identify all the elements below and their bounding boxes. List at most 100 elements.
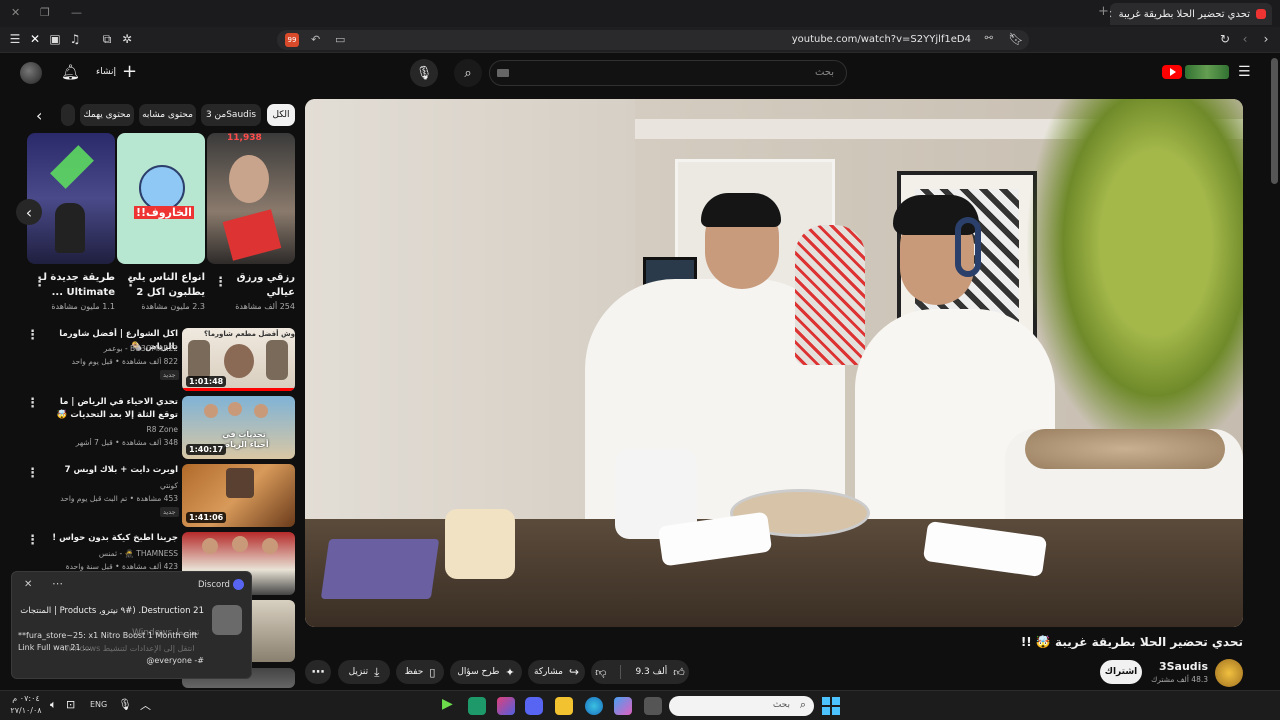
language-indicator[interactable]: ENG: [90, 700, 107, 709]
address-bar[interactable]: 99 ↶ ▭ youtube.com/watch?v=S2YYjlf1eD4 ⚯: [277, 30, 1029, 50]
edge-icon[interactable]: [585, 697, 603, 715]
share-icon: ↪: [569, 665, 580, 679]
more-options-icon[interactable]: ⋮: [26, 466, 39, 481]
new-badge: جديد: [160, 507, 179, 517]
channel-avatar[interactable]: [1215, 659, 1243, 687]
app-icon[interactable]: [468, 697, 486, 715]
microphone-icon[interactable]: 🎙︎: [118, 698, 132, 711]
save-button[interactable]: حفظ ▯: [396, 660, 444, 684]
network-icon[interactable]: ⊡: [66, 698, 75, 711]
file-explorer-icon[interactable]: [555, 697, 573, 715]
sidebar-icon[interactable]: ▣: [47, 32, 63, 46]
volume-icon[interactable]: 🔈︎: [50, 698, 57, 712]
chip-all[interactable]: الكل: [267, 104, 295, 126]
hamburger-menu-icon[interactable]: ☰: [1238, 64, 1251, 80]
download-button[interactable]: تنزيل ⤓: [338, 660, 390, 684]
create-button[interactable]: إنشاء +: [96, 63, 137, 81]
shield-icon[interactable]: 99: [285, 33, 299, 47]
more-options-icon[interactable]: ⋮: [26, 533, 39, 548]
voice-search-icon[interactable]: 🎙︎: [410, 59, 438, 87]
short-title[interactable]: طريقة جديدة لـ Ultimate ...: [35, 270, 115, 300]
browser-tab[interactable]: تحدي تحضير الحلا بطريقة غريبة ✕: [1110, 3, 1272, 25]
x-app-icon[interactable]: ✕: [27, 32, 43, 46]
extensions-icon[interactable]: ✲: [119, 32, 135, 46]
back-arrow-icon[interactable]: ↶: [311, 33, 320, 46]
page-scrollbar[interactable]: [1271, 58, 1278, 184]
discord-taskbar-icon[interactable]: [525, 697, 543, 715]
discord-notification[interactable]: ✕ ⋯ Discord 21 Destruction. (#٩ نيترو, P…: [11, 571, 252, 679]
more-options-icon[interactable]: ⋮: [26, 396, 39, 411]
search-input[interactable]: بحث: [489, 60, 847, 86]
avatar[interactable]: [20, 62, 42, 84]
chips-next-icon[interactable]: ‹: [36, 106, 42, 125]
site-settings-icon[interactable]: ⚯: [985, 33, 993, 44]
short-thumbnail[interactable]: [27, 133, 115, 264]
share-button[interactable]: مشاركة ↪: [528, 660, 585, 684]
video-thumbnail[interactable]: 1:41:06: [182, 464, 295, 527]
short-title[interactable]: انواع الناس يلي يطلبون اكل 2: [125, 270, 205, 300]
taskbar-search-input[interactable]: بحث ⌕: [669, 696, 814, 716]
youtube-logo-icon[interactable]: [1162, 65, 1182, 79]
short-thumbnail[interactable]: 11,938: [207, 133, 295, 264]
doodle-logo[interactable]: [1185, 65, 1229, 79]
menu-icon[interactable]: ☰: [7, 32, 23, 46]
more-options-icon[interactable]: ⋮: [26, 328, 39, 343]
more-options-icon[interactable]: ⋮: [124, 275, 137, 290]
short-overlay-text: الخاروف!!: [134, 206, 194, 219]
toast-close-icon[interactable]: ✕: [24, 579, 32, 590]
close-tab-icon[interactable]: ✕: [1110, 8, 1113, 21]
toast-line-1: 21 Destruction. (#٩ نيترو, Products | ال…: [20, 606, 204, 616]
more-actions-icon[interactable]: ⋯: [305, 660, 331, 684]
short-thumbnail[interactable]: الخاروف!!: [117, 133, 205, 264]
clock-date[interactable]: ٢٧/١٠/٠٨: [8, 706, 44, 715]
short-title[interactable]: رزقي ورزق عيالي: [215, 270, 295, 300]
forward-icon[interactable]: ›: [1258, 32, 1274, 46]
chip-from-channel[interactable]: من 3Saudis: [201, 104, 261, 126]
tray-chevron-icon[interactable]: ︿: [140, 697, 151, 713]
play-app-icon[interactable]: ▶: [442, 696, 453, 712]
windows-start-icon[interactable]: [822, 697, 840, 715]
toast-more-icon[interactable]: ⋯: [52, 577, 63, 590]
new-tab-icon[interactable]: +: [1098, 4, 1109, 19]
screenshot-icon[interactable]: ⧉: [99, 32, 115, 47]
task-view-icon[interactable]: [644, 697, 662, 715]
shorts-prev-icon[interactable]: ‹: [16, 199, 42, 225]
video-thumbnail[interactable]: وش أفضل مطعم شاورما؟ 1:01:48: [182, 328, 295, 391]
chip-for-you[interactable]: محتوى يهمك: [80, 104, 134, 126]
more-options-icon[interactable]: ⋮: [33, 275, 46, 290]
headphones-icon: [955, 217, 981, 277]
like-count[interactable]: 9.3 ألف: [635, 667, 667, 677]
video-player[interactable]: [305, 99, 1243, 627]
minimize-window-icon[interactable]: —: [71, 6, 82, 19]
channel-name[interactable]: THAMNESS 🥷 - ثمنس: [44, 549, 178, 558]
ask-button[interactable]: طرح سؤال ✦: [450, 660, 522, 684]
subscribe-button[interactable]: اشتراك: [1100, 660, 1142, 684]
video-meta: 348 ألف مشاهدة • قبل 7 أشهر: [75, 438, 178, 447]
channel-name[interactable]: R8 Zone: [44, 425, 178, 434]
bookmark-icon[interactable]: 🔖︎: [1008, 32, 1024, 46]
more-options-icon[interactable]: ⋮: [214, 275, 227, 290]
channel-name-main[interactable]: 3Saudis: [1150, 660, 1208, 673]
video-thumbnail[interactable]: تحديات في أحياء الرياض 1:40:17: [182, 396, 295, 459]
watch-progress-bar: [182, 388, 295, 391]
reload-icon[interactable]: ↻: [1217, 32, 1233, 46]
chip-related[interactable]: محتوى مشابه: [139, 104, 196, 126]
clock-time[interactable]: ٠٧:٠٤ م: [8, 694, 44, 703]
dislike-icon[interactable]: 👎︎: [595, 666, 606, 679]
copilot-icon[interactable]: [614, 697, 632, 715]
search-button-icon[interactable]: ⌕: [454, 59, 482, 87]
video-title[interactable]: تحدي الاحياء في الرياض | ما توقع الثلة إ…: [44, 396, 178, 422]
reader-icon[interactable]: ▭: [335, 33, 345, 46]
close-window-icon[interactable]: ✕: [11, 6, 20, 19]
keyboard-icon[interactable]: [497, 69, 509, 77]
notifications-bell-icon[interactable]: 🔔︎: [61, 63, 80, 81]
music-icon[interactable]: ♫: [67, 32, 83, 46]
back-icon[interactable]: ‹: [1237, 32, 1253, 46]
channel-name[interactable]: BO3OMAR22 - بوعمر: [44, 344, 178, 353]
like-icon[interactable]: 👍︎: [673, 666, 685, 679]
channel-name[interactable]: كونتي: [44, 481, 178, 490]
restore-window-icon[interactable]: ❐: [40, 6, 50, 19]
chip-partial[interactable]: [61, 104, 75, 126]
app-icon[interactable]: [497, 697, 515, 715]
discord-icon: [233, 579, 244, 590]
